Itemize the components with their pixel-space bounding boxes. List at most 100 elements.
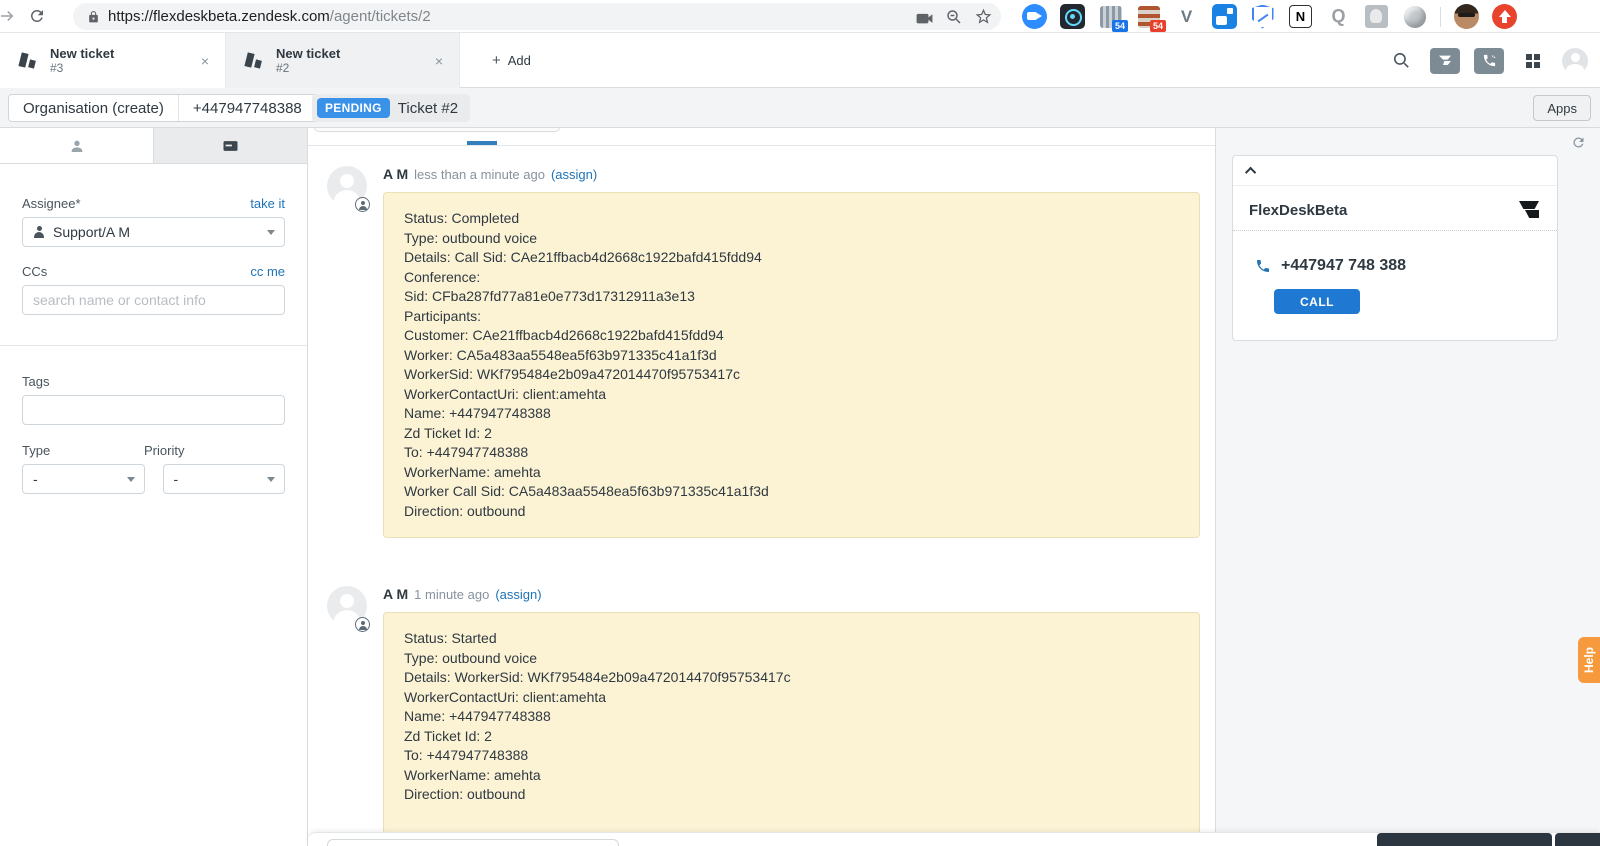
call-log-line: Name: +447947748388 — [404, 405, 551, 421]
extension-toolbar: 54 54 V N Q — [1022, 3, 1517, 32]
priority-value: - — [173, 471, 179, 487]
assign-link[interactable]: (assign) — [495, 587, 541, 602]
tab-title: New ticket — [50, 46, 115, 61]
avatar — [327, 166, 370, 212]
ticket-fields-tab[interactable] — [154, 128, 307, 163]
phone-toolbar-button[interactable] — [1474, 47, 1504, 74]
message-timestamp: 1 minute ago — [414, 587, 490, 602]
type-select[interactable]: - — [22, 464, 145, 494]
url-bar[interactable]: https://flexdeskbeta.zendesk.com/agent/t… — [73, 3, 1001, 30]
call-button[interactable]: CALL — [1274, 289, 1360, 314]
browser-forward-button[interactable] — [0, 5, 18, 27]
lock-icon[interactable] — [87, 10, 100, 24]
conversation-tabbar[interactable] — [308, 128, 1215, 146]
call-log-line: Direction: outbound — [404, 502, 526, 519]
refresh-apps-icon[interactable] — [1571, 135, 1586, 150]
organisation-crumb[interactable]: Organisation (create) — [9, 95, 178, 121]
call-log-line: Name: +447947748388 — [404, 708, 551, 724]
conversation[interactable]: A M less than a minute ago (assign) Stat… — [308, 146, 1215, 832]
help-label: Help — [1582, 646, 1596, 673]
vue-devtools-icon[interactable]: V — [1174, 4, 1199, 29]
flexdesk-toolbar-button[interactable] — [1430, 47, 1460, 74]
submit-dropdown-button[interactable] — [1555, 833, 1600, 846]
assignee-select[interactable]: Support/A M — [22, 217, 285, 247]
priority-select[interactable]: - — [162, 464, 285, 494]
call-log-line: WorkerName: amehta — [404, 463, 541, 480]
assign-link[interactable]: (assign) — [551, 167, 597, 182]
ccs-input[interactable] — [22, 285, 285, 315]
browser-reload-button[interactable] — [26, 5, 48, 27]
close-tab-icon[interactable]: × — [431, 51, 447, 71]
call-log-line: To: +447947748388 — [404, 747, 529, 763]
reply-editor-bar — [308, 832, 1600, 846]
apps-grid-icon[interactable] — [1518, 46, 1548, 76]
red-up-arrow-extension-icon[interactable] — [1492, 4, 1517, 29]
ticket-tab-3[interactable]: New ticket #3 × — [0, 33, 226, 88]
q-extension-icon[interactable]: Q — [1326, 4, 1351, 29]
browser-profile-avatar[interactable] — [1454, 4, 1479, 29]
extension-badge-red-icon[interactable]: 54 — [1136, 4, 1166, 32]
notion-extension-icon[interactable]: N — [1288, 4, 1313, 29]
zoom-out-icon[interactable] — [945, 8, 963, 26]
help-tab[interactable]: Help — [1578, 637, 1600, 683]
zoom-extension-icon[interactable] — [1022, 4, 1047, 29]
assignee-value: Support/A M — [53, 224, 131, 240]
tab-subtitle: #3 — [50, 61, 64, 75]
call-log-line: Status: Started — [404, 630, 497, 646]
extension-badge-count: 54 — [1149, 20, 1166, 32]
search-icon[interactable] — [1386, 46, 1416, 76]
macro-input-stub[interactable] — [327, 839, 619, 846]
type-value: - — [33, 471, 38, 487]
flexdesk-app-card: FlexDeskBeta +447947 748 388 CALL — [1232, 155, 1558, 341]
toolbar-divider — [1440, 6, 1441, 27]
extension-badge-count: 54 — [1111, 20, 1128, 32]
call-log-line: Zd Ticket Id: 2 — [404, 727, 492, 744]
flexdesk-logo-icon — [1517, 200, 1541, 220]
gray-box-extension-icon[interactable] — [1364, 4, 1389, 29]
assignee-label: Assignee* — [22, 196, 81, 211]
apps-button[interactable]: Apps — [1533, 95, 1591, 121]
submit-button[interactable] — [1377, 833, 1552, 846]
react-devtools-icon[interactable] — [1060, 4, 1085, 29]
add-tab-button[interactable]: + Add — [478, 33, 545, 88]
call-log-line: Direction: outbound — [404, 786, 526, 802]
message-author: A M — [383, 166, 409, 182]
ticket-context-bar: Organisation (create) +447947748388 PEND… — [0, 88, 1600, 128]
cc-me-link[interactable]: cc me — [250, 264, 285, 279]
extension-badge-blue-icon[interactable]: 54 — [1098, 4, 1128, 32]
gray-sphere-extension-icon[interactable] — [1402, 4, 1427, 29]
call-log-line: Details: WorkerSid: WKf795484e2b09a47201… — [404, 669, 791, 685]
take-it-link[interactable]: take it — [250, 196, 285, 211]
url-text[interactable]: https://flexdeskbeta.zendesk.com/agent/t… — [108, 8, 431, 25]
tags-input[interactable] — [22, 395, 285, 425]
status-badge: PENDING — [317, 98, 390, 118]
blue-window-extension-icon[interactable] — [1212, 4, 1237, 29]
call-log-line: Details: Call Sid: CAe21ffbacb4d2668c192… — [404, 249, 762, 265]
type-label: Type — [22, 443, 51, 458]
call-log-line: To: +447947748388 — [404, 444, 529, 460]
collapse-card-button[interactable] — [1233, 156, 1557, 186]
ticket-status-crumb[interactable]: PENDING Ticket #2 — [312, 94, 471, 122]
person-icon — [69, 138, 85, 154]
zendesk-topbar: New ticket #3 × New ticket #2 × + Add — [0, 33, 1600, 88]
requester-phone-crumb[interactable]: +447947748388 — [177, 95, 316, 121]
ticket-fields-icon — [222, 139, 239, 153]
end-user-badge-icon — [355, 197, 370, 212]
close-tab-icon[interactable]: × — [197, 51, 213, 71]
apps-panel: FlexDeskBeta +447947 748 388 CALL — [1216, 128, 1600, 846]
agent-avatar[interactable] — [1562, 47, 1588, 74]
call-log-line: WorkerName: amehta — [404, 766, 541, 783]
bookmark-star-icon[interactable] — [974, 7, 993, 26]
requester-tab[interactable] — [0, 128, 154, 163]
chevron-down-icon — [126, 477, 135, 482]
ticket-icon — [18, 50, 38, 72]
breadcrumb: Organisation (create) +447947748388 — [8, 94, 317, 122]
ticket-tab-2[interactable]: New ticket #2 × — [226, 33, 460, 88]
call-log-line: Customer: CAe21ffbacb4d2668c1922bafd415f… — [404, 327, 724, 343]
media-camera-icon[interactable] — [915, 9, 934, 25]
message-timestamp: less than a minute ago — [414, 167, 545, 182]
call-log-line: WorkerSid: WKf795484e2b09a472014470f9575… — [404, 366, 740, 382]
shield-extension-icon[interactable] — [1250, 4, 1275, 29]
call-log-line: WorkerContactUri: client:amehta — [404, 688, 607, 705]
active-tab-indicator — [467, 141, 497, 145]
